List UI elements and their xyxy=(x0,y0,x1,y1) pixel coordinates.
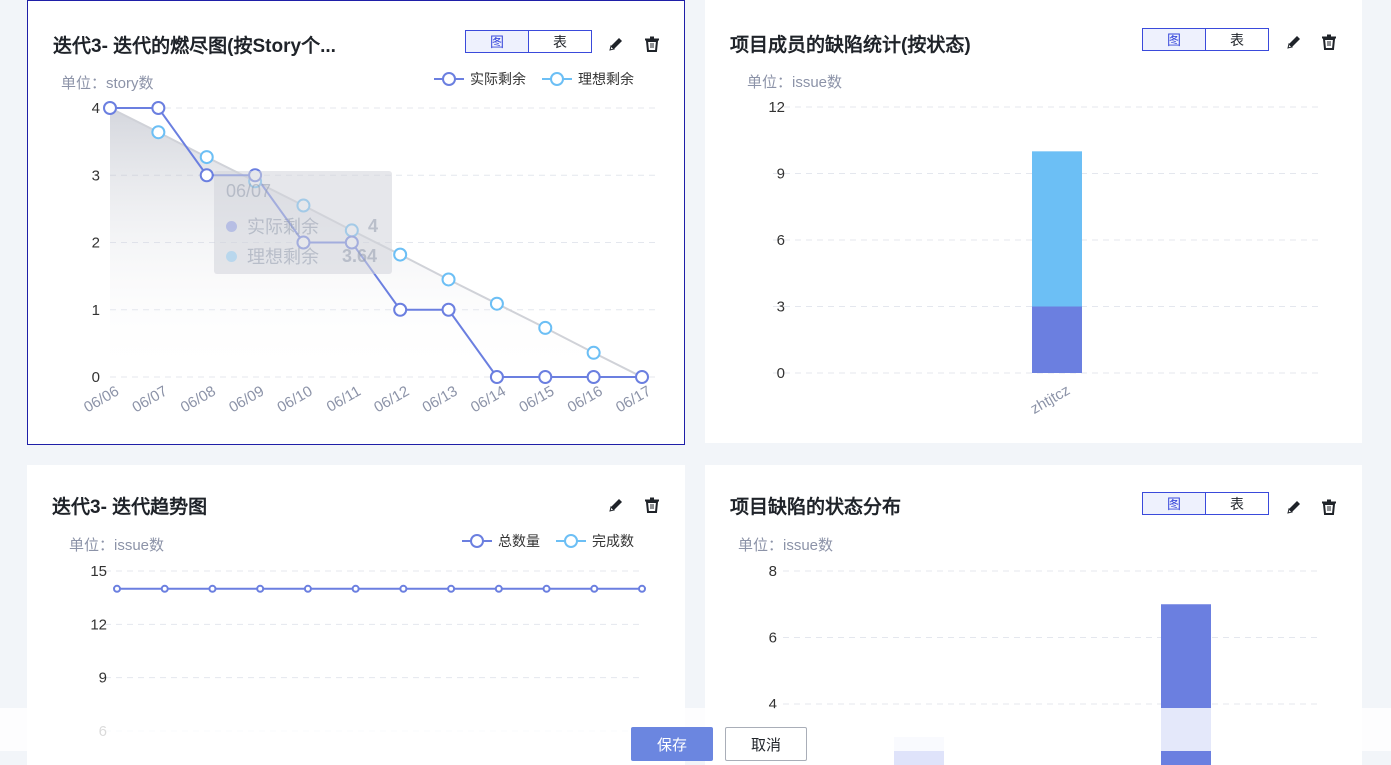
x-tick-label: 06/06 xyxy=(81,383,122,416)
chart-tooltip: 06/07 实际剩余 4 理想剩余 3.64 xyxy=(214,171,392,274)
x-tick-label: zhtjtcz xyxy=(1028,382,1073,418)
tooltip-value: 4 xyxy=(368,215,379,236)
ideal-point xyxy=(489,296,504,311)
ideal-point xyxy=(151,125,166,140)
x-tick-label: 06/14 xyxy=(468,383,509,416)
burndown-card[interactable]: 迭代3- 迭代的燃尽图(按Story个... 图 表 单位：story数 实际剩… xyxy=(27,0,685,445)
total-point xyxy=(638,584,646,593)
y-tick-label: 15 xyxy=(90,563,107,580)
x-tick-label: 06/07 xyxy=(129,383,170,416)
y-tick-label: 2 xyxy=(92,235,100,252)
tooltip-date: 06/07 xyxy=(226,181,272,201)
y-tick-label: 3 xyxy=(92,167,100,184)
x-tick-label: 06/11 xyxy=(324,383,364,416)
tooltip-dot xyxy=(226,220,237,232)
ideal-point xyxy=(393,247,408,262)
actual-point xyxy=(586,370,601,384)
y-tick-label: 1 xyxy=(92,302,100,319)
total-point xyxy=(256,584,265,593)
y-tick-label: 0 xyxy=(92,369,100,386)
cancel-button[interactable]: 取消 xyxy=(725,727,807,761)
y-tick-label: 12 xyxy=(90,616,107,633)
x-tick-label: 06/09 xyxy=(226,383,267,416)
total-point xyxy=(303,584,312,593)
x-tick-label: 06/08 xyxy=(178,383,219,416)
x-tick-label: 06/10 xyxy=(274,383,315,416)
x-tick-label: 06/12 xyxy=(371,383,412,416)
member-defects-card[interactable]: 项目成员的缺陷统计(按状态) 图 表 单位：issue数 0 3 6 9 12 zhtjt… xyxy=(705,0,1362,443)
y-tick-label: 0 xyxy=(777,365,785,382)
ideal-point xyxy=(199,150,214,165)
y-tick-label: 12 xyxy=(768,99,785,116)
x-tick-label: 06/16 xyxy=(565,383,606,416)
x-tick-label: 06/13 xyxy=(420,383,461,416)
y-tick-label: 9 xyxy=(777,166,785,183)
bar-segment xyxy=(1032,151,1082,307)
actual-point xyxy=(441,302,456,317)
actual-point xyxy=(538,370,553,384)
tooltip-row-actual: 实际剩余 4 xyxy=(226,213,378,239)
total-point xyxy=(351,584,360,593)
tooltip-row-ideal: 理想剩余 3.64 xyxy=(226,243,377,269)
member-defects-chart[interactable]: 0 3 6 9 12 zhtjtcz xyxy=(705,0,1362,443)
ideal-point xyxy=(538,320,553,335)
ideal-point xyxy=(441,272,456,287)
y-tick-label: 8 xyxy=(769,563,777,580)
x-tick-label: 06/17 xyxy=(613,383,654,416)
ideal-point xyxy=(586,345,601,360)
actual-point xyxy=(393,302,408,317)
total-point xyxy=(113,584,121,593)
actual-point xyxy=(635,370,649,384)
save-button[interactable]: 保存 xyxy=(631,727,713,761)
actual-point xyxy=(103,101,117,115)
total-point xyxy=(160,584,169,593)
y-tick-label: 9 xyxy=(99,670,107,687)
y-tick-label: 4 xyxy=(92,100,100,117)
x-tick-label: 06/15 xyxy=(516,383,557,416)
bar-segment xyxy=(1032,306,1082,373)
total-point xyxy=(399,584,408,593)
tooltip-value: 3.64 xyxy=(342,245,378,266)
tooltip-dot xyxy=(226,250,237,262)
total-point xyxy=(208,584,217,593)
y-tick-label: 3 xyxy=(777,299,785,316)
total-point xyxy=(542,584,551,593)
total-point xyxy=(447,584,456,593)
y-tick-label: 6 xyxy=(777,232,785,249)
total-point xyxy=(494,584,503,593)
tooltip-label: 实际剩余 xyxy=(247,217,319,237)
actual-point xyxy=(199,168,214,183)
actual-point xyxy=(151,101,166,115)
y-tick-label: 6 xyxy=(769,630,777,647)
total-point xyxy=(590,584,599,593)
tooltip-label: 理想剩余 xyxy=(247,247,319,267)
actual-point xyxy=(489,370,504,384)
